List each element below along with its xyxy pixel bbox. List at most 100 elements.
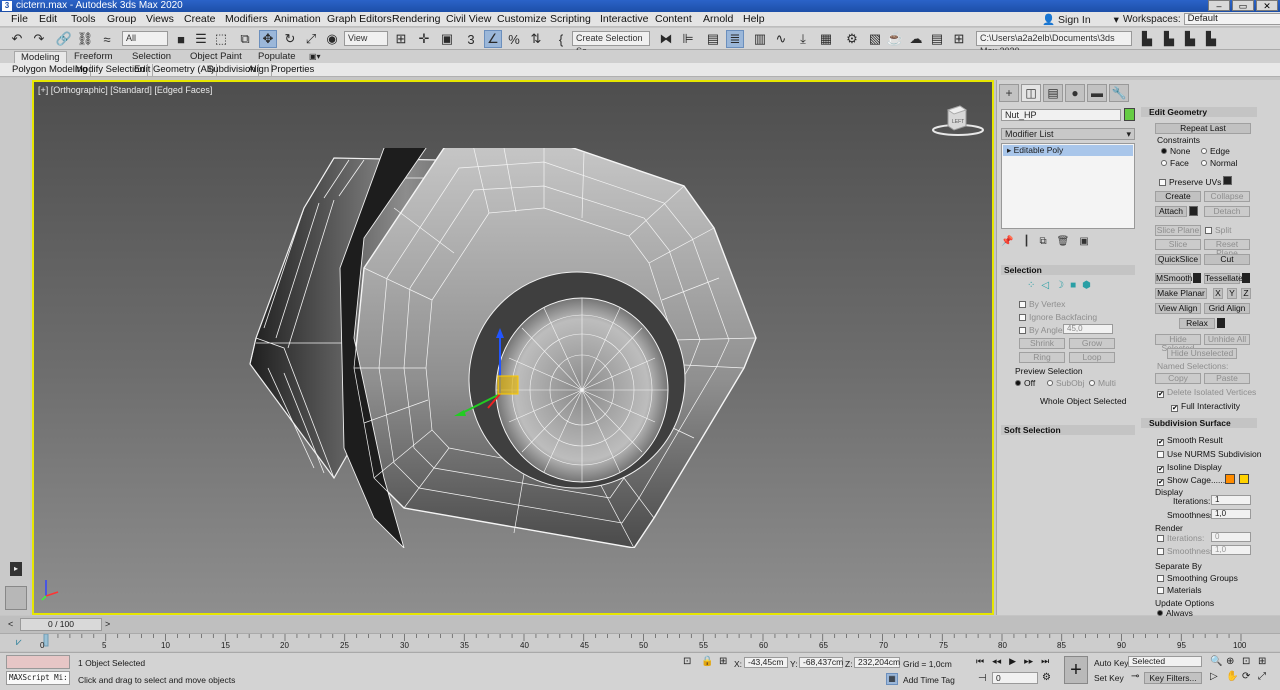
menu-animation[interactable]: Animation (274, 13, 321, 26)
vertex-icon[interactable]: ⁘ (1027, 280, 1035, 291)
motion-tab-icon[interactable]: ● (1065, 84, 1085, 102)
prev-frame-icon[interactable]: < (8, 619, 13, 629)
project-icon-4[interactable]: ▙ (1202, 30, 1220, 48)
preview-subobj-radio[interactable]: SubObj (1047, 378, 1084, 388)
material-editor-icon[interactable]: ▦ (817, 30, 835, 48)
constraint-face-radio[interactable]: Face (1161, 158, 1189, 168)
menu-content[interactable]: Content (655, 13, 692, 26)
ribbon-options-icon[interactable]: ▣▾ (303, 51, 327, 63)
tessellate-settings-icon[interactable] (1242, 273, 1250, 283)
edit-named-selection-icon[interactable]: { (552, 30, 570, 48)
hide-selected-button[interactable]: Hide Selected (1155, 334, 1201, 353)
next-frame-icon[interactable]: > (105, 619, 110, 629)
object-color-swatch[interactable] (1124, 108, 1135, 121)
slice-plane-button[interactable]: Slice Plane (1155, 225, 1201, 236)
smoothness-spinner[interactable]: 1,0 (1211, 509, 1251, 519)
rendered-frame-window-icon[interactable]: ▧ (866, 30, 884, 48)
planar-z-button[interactable]: Z (1241, 288, 1251, 299)
loop-button[interactable]: Loop (1069, 352, 1115, 363)
cage-color-swatch-1[interactable] (1225, 474, 1235, 484)
use-nurms-checkbox[interactable]: Use NURMS Subdivision (1157, 449, 1261, 459)
full-interactivity-checkbox[interactable]: Full Interactivity (1171, 401, 1240, 412)
menu-group[interactable]: Group (107, 13, 136, 26)
constraint-none-radio[interactable]: None (1161, 146, 1190, 156)
zoom-extents-all-icon[interactable]: ⊞ (1258, 656, 1274, 667)
render-smoothness-checkbox[interactable]: Smoothness: (1157, 546, 1217, 556)
add-time-tag-icon[interactable]: ▦ (886, 673, 898, 685)
reset-plane-button[interactable]: Reset Plane (1204, 239, 1250, 258)
isolate-selection-icon[interactable]: ⊡ (683, 656, 691, 667)
tab-freeform[interactable]: Freeform (68, 51, 119, 63)
copy-button[interactable]: Copy (1155, 373, 1201, 384)
project-icon-2[interactable]: ▙ (1160, 30, 1178, 48)
rectangular-selection-icon[interactable]: ⬚ (212, 30, 230, 48)
undo-icon[interactable]: ↶ (8, 30, 26, 48)
edit-geometry-rollout-header[interactable]: Edit Geometry (1141, 107, 1257, 117)
set-key-button[interactable]: Set Key (1094, 673, 1124, 683)
select-and-rotate-icon[interactable]: ↻ (281, 30, 299, 48)
delete-isolated-checkbox[interactable]: Delete Isolated Vertices (1157, 387, 1256, 398)
key-filters-button[interactable]: Key Filters... (1144, 672, 1202, 684)
next-key-icon[interactable]: ▸▸ (1024, 656, 1033, 667)
expand-layout-icon[interactable]: ▸ (10, 562, 22, 576)
project-folder-dropdown[interactable]: C:\Users\a2a2elb\Documents\3ds Max 2020 (976, 31, 1132, 56)
by-angle-checkbox[interactable]: By Angle: (1019, 325, 1065, 335)
select-and-move-icon[interactable]: ✥ (259, 30, 277, 48)
toggle-scene-explorer-icon[interactable]: ⊞ (950, 30, 968, 48)
angle-snap-icon[interactable]: ∠ (484, 30, 502, 48)
display-tab-icon[interactable]: ▬ (1087, 84, 1107, 102)
preview-multi-radio[interactable]: Multi (1089, 378, 1116, 388)
planar-x-button[interactable]: X (1213, 288, 1223, 299)
zoom-icon[interactable]: 🔍 (1210, 656, 1226, 667)
auto-key-button[interactable]: Auto Key (1094, 658, 1129, 668)
pivot-point-icon[interactable]: ⊞ (392, 30, 410, 48)
hierarchy-tab-icon[interactable]: ▤ (1043, 84, 1063, 102)
link-icon[interactable]: 🔗 (55, 30, 73, 48)
menu-rendering[interactable]: Rendering (392, 13, 440, 26)
window-crossing-icon[interactable]: ⧉ (236, 30, 254, 48)
menu-file[interactable]: File (11, 13, 28, 26)
redo-icon[interactable]: ↷ (30, 30, 48, 48)
project-icon-3[interactable]: ▙ (1181, 30, 1199, 48)
toggle-ribbon-icon[interactable]: ▥ (751, 30, 769, 48)
maximize-button[interactable]: ▭ (1232, 0, 1254, 11)
tessellate-button[interactable]: Tessellate (1204, 273, 1243, 284)
msmooth-button[interactable]: MSmooth (1155, 273, 1192, 284)
ignore-backfacing-checkbox[interactable]: Ignore Backfacing (1019, 312, 1097, 322)
maximize-viewport-icon[interactable]: ⤢ (1258, 671, 1274, 682)
selection-rollout-header[interactable]: Selection (1001, 265, 1135, 275)
move-axis-icon[interactable]: ✛ (415, 30, 433, 48)
snaps-toggle-icon[interactable]: 3 (462, 30, 480, 48)
go-to-start-icon[interactable]: ⏮ (976, 656, 984, 667)
menu-edit[interactable]: Edit (39, 13, 57, 26)
angle-spinner[interactable]: 45,0 (1063, 324, 1113, 334)
project-icon-1[interactable]: ▙ (1138, 30, 1156, 48)
zoom-all-icon[interactable]: ⊕ (1226, 656, 1242, 667)
previous-key-icon[interactable]: ◂◂ (992, 656, 1001, 667)
element-icon[interactable]: ⬢ (1082, 280, 1091, 291)
show-end-result-icon[interactable]: ┃ (1023, 236, 1029, 247)
hide-unselected-button[interactable]: Hide Unselected (1167, 348, 1237, 359)
reference-coordinate-dropdown[interactable]: View (344, 31, 388, 46)
scene-explorer-icon[interactable]: ▤ (704, 30, 722, 48)
field-of-view-icon[interactable]: ▷ (1210, 671, 1226, 682)
schematic-view-icon[interactable]: ⤓ (794, 30, 812, 48)
viewport-layout-icon[interactable] (5, 586, 27, 610)
render-in-cloud-icon[interactable]: ☁ (907, 30, 925, 48)
paste-button[interactable]: Paste (1204, 373, 1250, 384)
go-to-end-icon[interactable]: ⏭ (1041, 656, 1049, 667)
constraint-edge-radio[interactable]: Edge (1201, 146, 1230, 156)
preserve-uvs-checkbox[interactable]: Preserve UVs (1159, 177, 1221, 187)
y-coord-field[interactable]: -68,437cm (799, 657, 843, 668)
soft-selection-rollout-header[interactable]: Soft Selection (1001, 425, 1135, 435)
render-setup-icon[interactable]: ⚙ (843, 30, 861, 48)
select-by-name-icon[interactable]: ☰ (192, 30, 210, 48)
preserve-uvs-settings-icon[interactable] (1223, 176, 1232, 185)
split-checkbox[interactable]: Split (1205, 225, 1232, 235)
make-planar-button[interactable]: Make Planar (1155, 288, 1207, 299)
panel-properties[interactable]: Properties (269, 64, 316, 76)
spinner-snap-icon[interactable]: ⇅ (527, 30, 545, 48)
menu-interactive[interactable]: Interactive (600, 13, 648, 26)
perspective-viewport[interactable]: [+] [Orthographic] [Standard] [Edged Fac… (32, 80, 994, 615)
percent-snap-icon[interactable]: % (505, 30, 523, 48)
